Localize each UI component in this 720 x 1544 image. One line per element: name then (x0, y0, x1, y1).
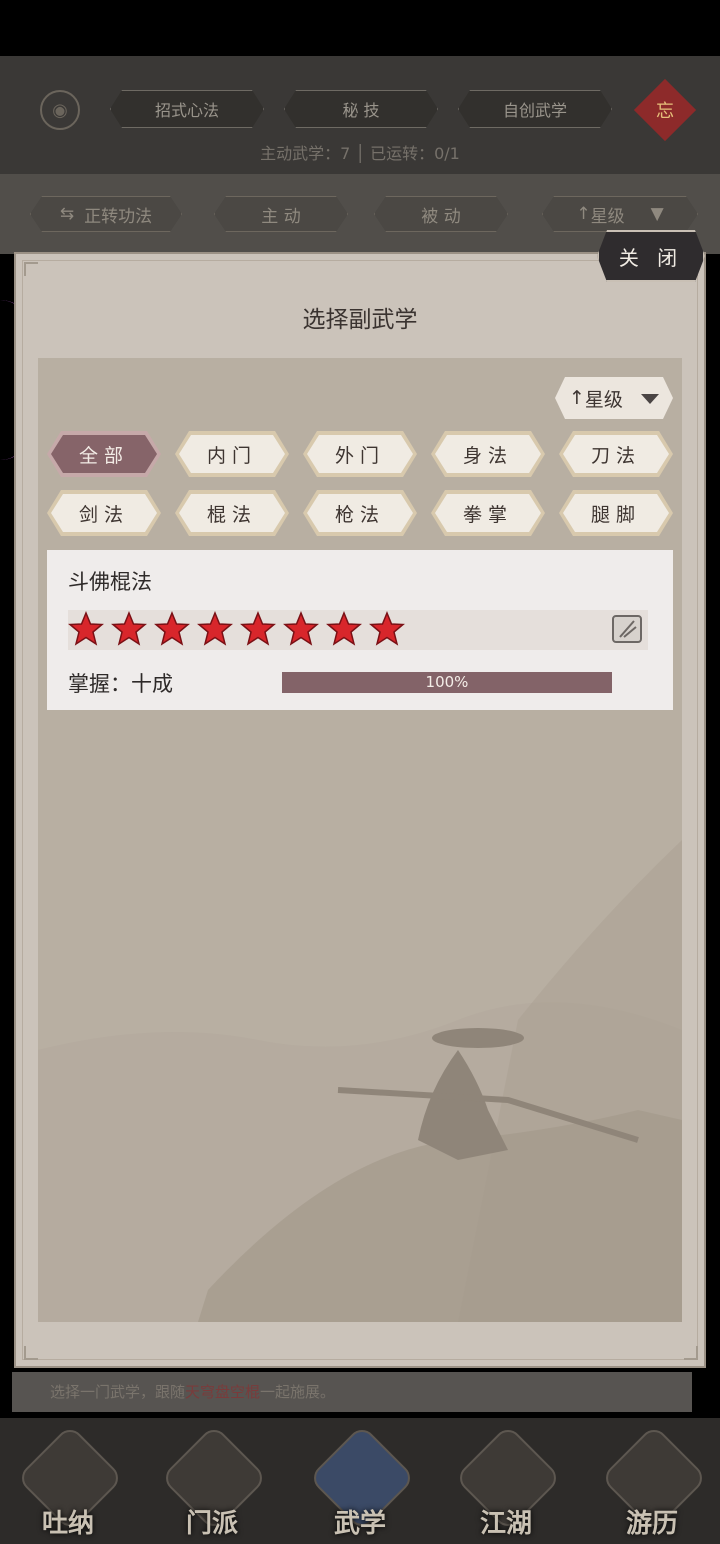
filter-sword[interactable]: 剑法 (47, 490, 161, 536)
filter-inner[interactable]: 内门 (175, 431, 289, 477)
sort-star-label-bg: 星级 (590, 206, 625, 227)
star-icon (283, 611, 319, 646)
star-icon (68, 611, 104, 646)
star-icon (154, 611, 190, 646)
nav-breathing-label: 吐纳 (41, 1509, 94, 1539)
nav-martial[interactable]: 武学 (308, 1424, 416, 1540)
bottom-hint: 选择一门武学，跟随天穹盘空棍一起施展。 (12, 1372, 692, 1412)
corner-ornament (24, 262, 38, 276)
tab-moves-label: 招式心法 (154, 101, 219, 120)
nav-jianghu[interactable]: 江湖 (454, 1424, 562, 1540)
nav-breathing[interactable]: 吐纳 (16, 1424, 124, 1540)
star-icon (111, 611, 147, 646)
filter-label: 枪法 (334, 503, 385, 526)
filter-label: 全部 (78, 444, 129, 467)
arrow-up-icon: ↑ (569, 387, 585, 409)
filter-label: 外门 (334, 444, 385, 467)
tab-passive[interactable]: 被 动 (374, 196, 508, 232)
swap-label: 正转功法 (84, 206, 153, 227)
tab-passive-label: 被 动 (421, 206, 461, 227)
equip-icon[interactable] (612, 615, 642, 643)
mastery-label: 掌握：十成 (68, 672, 173, 696)
nav-martial-label: 武学 (333, 1509, 386, 1539)
tab-custom-label: 自创武学 (502, 101, 567, 120)
tab-moves[interactable]: 招式心法 (110, 90, 264, 128)
mastery-progress-text: 100% (425, 673, 469, 691)
star-icon (197, 611, 233, 646)
filter-fist[interactable]: 拳掌 (431, 490, 545, 536)
filter-all[interactable]: 全部 (47, 431, 161, 477)
sort-star-button[interactable]: ↑ 星级 (555, 377, 673, 419)
swap-icon: ⇆ (59, 204, 75, 224)
sort-star-label: 星级 (584, 388, 623, 411)
filter-label: 身法 (462, 444, 513, 467)
hint-prefix: 选择一门武学，跟随 (50, 1383, 186, 1401)
filter-kick[interactable]: 腿脚 (559, 490, 673, 536)
filter-label: 内门 (206, 444, 257, 467)
nav-sect-label: 门派 (185, 1509, 238, 1539)
close-button[interactable]: 关 闭 (597, 230, 705, 282)
star-icon (369, 611, 405, 646)
tab-secret[interactable]: 秘 技 (284, 90, 438, 128)
eye-icon[interactable]: ◉ (40, 90, 80, 130)
dialog-title: 选择副武学 (302, 307, 418, 333)
filter-footwork[interactable]: 身法 (431, 431, 545, 477)
chevron-down-icon: ▼ (650, 204, 664, 224)
arrow-up-icon: ↑ (576, 204, 591, 224)
filter-label: 剑法 (78, 503, 129, 526)
skill-name: 斗佛棍法 (68, 570, 152, 594)
hint-suffix: 一起施展。 (260, 1383, 336, 1401)
filter-blade[interactable]: 刀法 (559, 431, 673, 477)
nav-jianghu-label: 江湖 (479, 1509, 532, 1539)
star-icon (240, 611, 276, 646)
skill-counts: 主动武学：7 │ 已运转：0/1 (260, 144, 460, 163)
filter-label: 拳掌 (462, 503, 513, 526)
chevron-down-icon (641, 394, 659, 404)
knot-label: 忘 (656, 101, 674, 122)
swap-button[interactable]: ⇆ 正转功法 (30, 196, 182, 232)
status-bar (0, 0, 720, 56)
corner-ornament (24, 1346, 38, 1360)
filter-outer[interactable]: 外门 (303, 431, 417, 477)
mountain-scenery (38, 840, 682, 1322)
filter-label: 棍法 (206, 503, 257, 526)
star-icon (326, 611, 362, 646)
tab-active-label: 主 动 (261, 206, 301, 227)
nav-travel-label: 游历 (625, 1509, 678, 1539)
nav-sect[interactable]: 门派 (160, 1424, 268, 1540)
corner-ornament (684, 1346, 698, 1360)
hint-highlight: 天穹盘空棍 (185, 1383, 261, 1401)
filter-staff[interactable]: 棍法 (175, 490, 289, 536)
tab-secret-label: 秘 技 (342, 101, 380, 120)
nav-travel[interactable]: 游历 (600, 1424, 708, 1540)
filter-spear[interactable]: 枪法 (303, 490, 417, 536)
tab-custom[interactable]: 自创武学 (458, 90, 612, 128)
sort-star-button-bg[interactable]: ↑ 星级 ▼ (542, 196, 698, 232)
filter-label: 腿脚 (590, 503, 641, 526)
tab-active[interactable]: 主 动 (214, 196, 348, 232)
filter-label: 刀法 (590, 444, 641, 467)
